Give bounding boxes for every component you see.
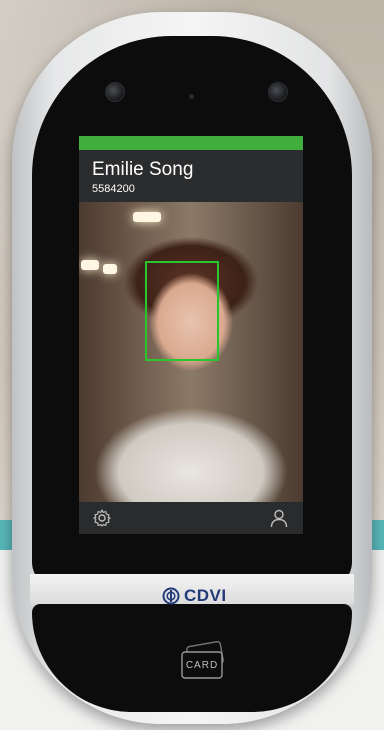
ceiling-light <box>81 260 99 270</box>
access-status-bar <box>79 136 303 150</box>
brand-name: CDVI <box>184 586 227 605</box>
face-detection-box <box>145 261 219 361</box>
user-id: 5584200 <box>92 183 135 195</box>
access-control-terminal: Emilie Song 5584200 CDVI CARD <box>12 12 372 724</box>
card-reader-label: CARD <box>185 660 219 671</box>
ceiling-light <box>133 212 161 222</box>
display-screen: Emilie Song 5584200 <box>79 136 303 534</box>
camera-lens-left <box>105 82 125 102</box>
gear-icon[interactable] <box>92 508 112 528</box>
camera-lens-right <box>268 82 288 102</box>
proximity-sensor <box>189 94 194 99</box>
user-icon[interactable] <box>269 508 289 528</box>
cdvi-logo-icon <box>162 587 180 605</box>
brand-logo: CDVI <box>162 584 227 608</box>
user-name: Emilie Song <box>92 159 194 180</box>
camera-feed <box>79 202 303 502</box>
ceiling-light <box>103 264 117 274</box>
